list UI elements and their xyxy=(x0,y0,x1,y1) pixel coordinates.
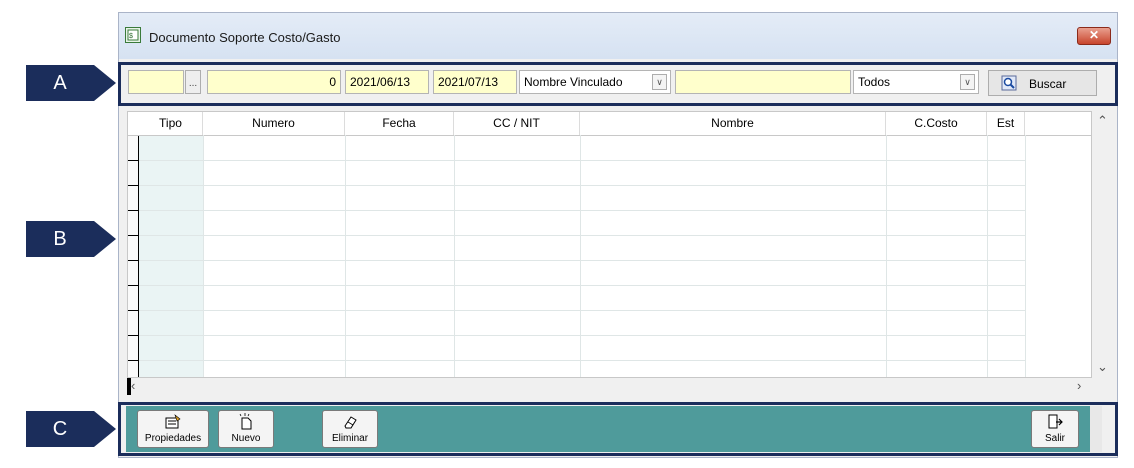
table-row[interactable] xyxy=(139,210,1025,211)
table-row[interactable] xyxy=(139,185,1025,186)
scroll-left-icon[interactable]: ‹ xyxy=(131,378,135,393)
row-selector-tick xyxy=(128,335,139,336)
callout-a-label: A xyxy=(53,72,67,94)
column-header-c-costo[interactable]: C.Costo xyxy=(886,112,987,135)
row-selector-tick xyxy=(128,210,139,211)
row-selector-tick xyxy=(128,360,139,361)
grid-column-divider xyxy=(886,135,887,377)
scroll-down-icon[interactable]: ⌄ xyxy=(1097,359,1108,375)
table-row[interactable] xyxy=(139,235,1025,236)
grid-column-divider xyxy=(1025,135,1026,377)
scroll-right-icon[interactable]: › xyxy=(1077,378,1081,393)
row-selector-tick xyxy=(128,235,139,236)
table-row[interactable] xyxy=(139,285,1025,286)
callout-c-frame xyxy=(118,402,1118,456)
vertical-scrollbar[interactable]: ⌃ ⌄ xyxy=(1092,111,1112,378)
column-header-tipo[interactable]: Tipo xyxy=(139,112,203,135)
column-header-fecha[interactable]: Fecha xyxy=(345,112,454,135)
row-selector-tick xyxy=(128,310,139,311)
callout-b-arrow xyxy=(94,221,116,257)
table-row[interactable] xyxy=(139,160,1025,161)
grid-column-divider xyxy=(454,135,455,377)
callout-b-label: B xyxy=(53,228,67,250)
callout-a-arrow xyxy=(94,65,116,101)
row-selector-tick xyxy=(128,185,139,186)
window-title: Documento Soporte Costo/Gasto xyxy=(149,30,341,45)
callout-b: B xyxy=(26,221,116,257)
callout-a: A xyxy=(26,65,116,101)
row-indicator xyxy=(127,378,131,395)
grid-header: Tipo Numero Fecha CC / NIT Nombre C.Cost… xyxy=(128,112,1091,136)
callout-c-arrow xyxy=(94,411,116,447)
close-button[interactable]: ✕ xyxy=(1077,27,1111,45)
row-selector-column[interactable] xyxy=(128,112,139,377)
column-header-cc-nit[interactable]: CC / NIT xyxy=(454,112,580,135)
table-row[interactable] xyxy=(139,360,1025,361)
horizontal-scrollbar[interactable]: ‹ › xyxy=(127,378,1092,395)
grid-column-divider xyxy=(345,135,346,377)
callout-c-label: C xyxy=(52,418,68,440)
svg-text:$: $ xyxy=(129,33,133,40)
table-row[interactable] xyxy=(139,335,1025,336)
table-row[interactable] xyxy=(139,260,1025,261)
row-selector-tick xyxy=(128,260,139,261)
table-row[interactable] xyxy=(139,310,1025,311)
grid-column-divider xyxy=(203,135,204,377)
grid-column-divider xyxy=(987,135,988,377)
column-header-est[interactable]: Est xyxy=(987,112,1025,135)
callout-a-frame xyxy=(118,62,1118,106)
row-selector-tick xyxy=(128,160,139,161)
tipo-column-shade xyxy=(139,135,203,377)
documents-grid[interactable]: Tipo Numero Fecha CC / NIT Nombre C.Cost… xyxy=(127,111,1092,378)
scroll-up-icon[interactable]: ⌃ xyxy=(1097,113,1108,129)
column-header-numero[interactable]: Numero xyxy=(203,112,345,135)
document-icon: $ xyxy=(125,27,141,43)
title-bar[interactable]: $ Documento Soporte Costo/Gasto ✕ xyxy=(119,13,1117,59)
grid-column-divider xyxy=(580,135,581,377)
row-selector-tick xyxy=(128,285,139,286)
column-header-nombre[interactable]: Nombre xyxy=(580,112,886,135)
callout-c: C xyxy=(26,411,116,447)
